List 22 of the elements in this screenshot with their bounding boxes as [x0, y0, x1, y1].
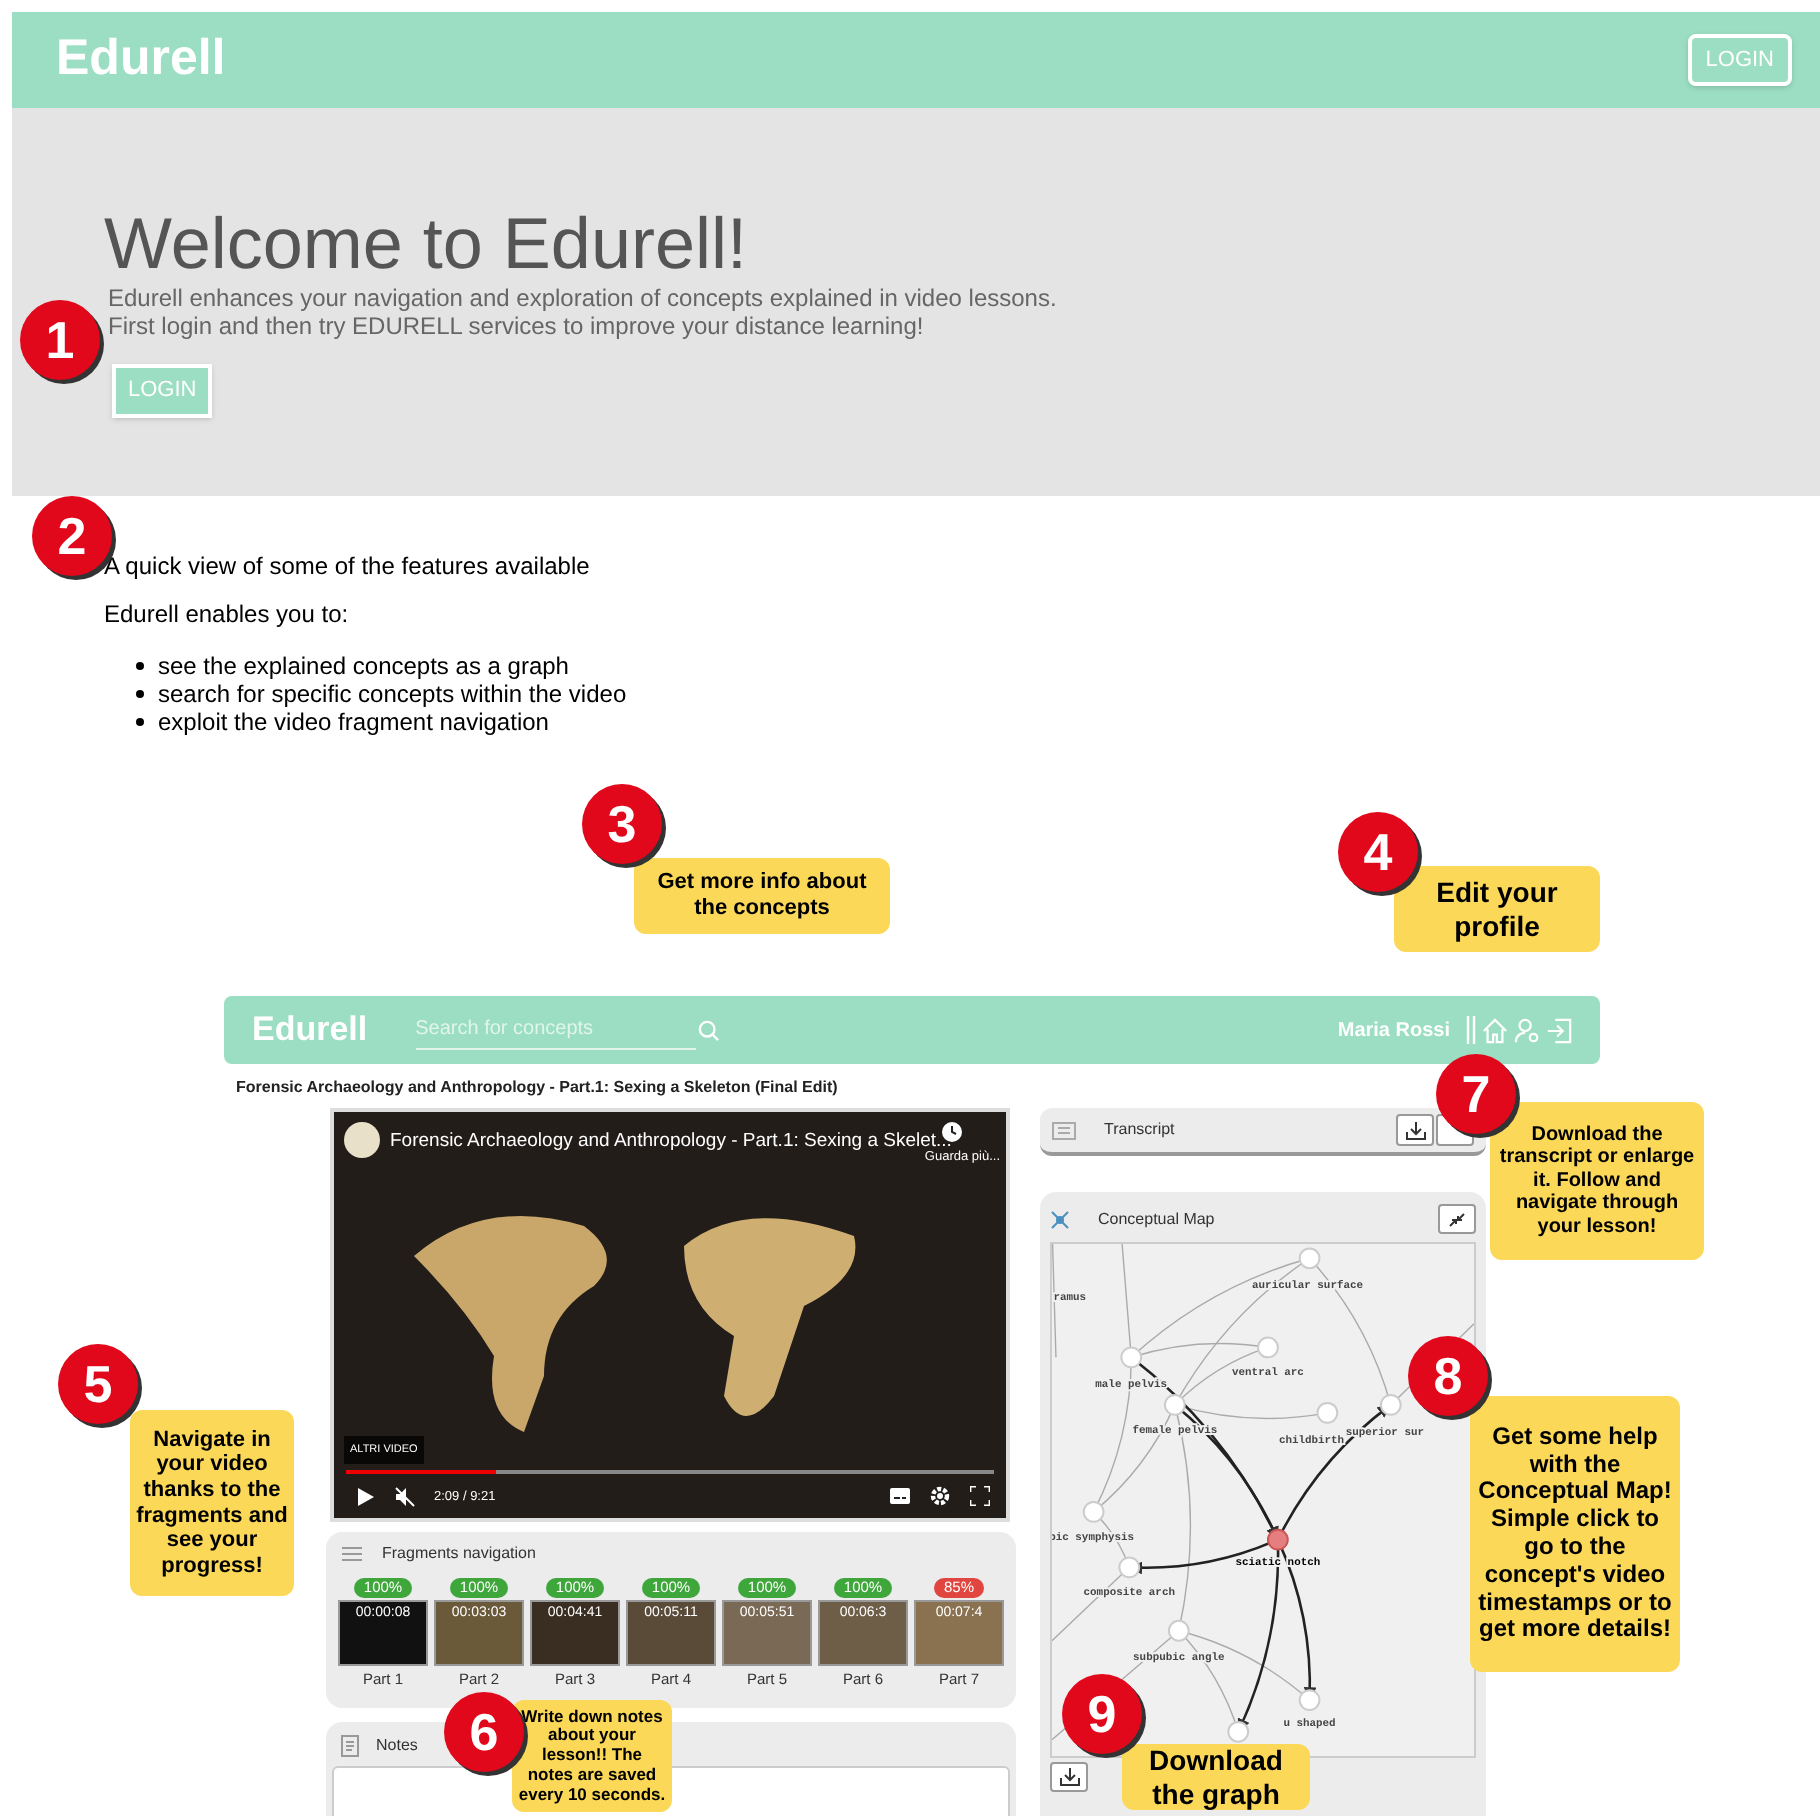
- callout-tooltip: Write down notes about your lesson!! The notes are saved every 10 seconds.: [512, 1700, 672, 1812]
- feature-item: search for specific concepts within the video: [158, 680, 627, 708]
- callout-tooltip: Get some help with the Conceptual Map! Simple click to go to the concept's video timestamps or to get more details!: [1470, 1396, 1680, 1672]
- callout-tooltip: Get more info about the concepts: [634, 858, 890, 934]
- fragments-title: Fragments navigation: [382, 1542, 536, 1566]
- step-number-badge: 5: [58, 1344, 138, 1424]
- step-number-badge: 4: [1338, 812, 1418, 892]
- features-intro: Edurell enables you to:: [104, 598, 351, 632]
- transcript-title: Transcript: [1104, 1118, 1175, 1142]
- step-number-badge: 3: [582, 784, 662, 864]
- hero-title: Welcome to Edurell!: [104, 204, 749, 284]
- conceptual-map-title: Conceptual Map: [1098, 1207, 1215, 1231]
- features-heading: A quick view of some of the features available: [104, 550, 592, 584]
- callout-tooltip: Download the graph: [1122, 1744, 1310, 1810]
- lesson-title: Forensic Archaeology and Anthropology - Part.1: Sexing a Skeleton (Final Edit): [236, 1076, 838, 1100]
- callout-tooltip: Download the transcript or enlarge it. Follow and navigate through your lesson!: [1490, 1102, 1704, 1260]
- feature-item: exploit the video fragment navigation: [158, 708, 549, 736]
- notes-title: Notes: [376, 1734, 418, 1758]
- callout-tooltip: Navigate in your video thanks to the fragments and see your progress!: [130, 1410, 294, 1596]
- hero-description: Edurell enhances your navigation and exploration of concepts explained in video lessons. First login and then try EDURELL services to improve your distance learning!: [108, 284, 1059, 340]
- feature-item: see the explained concepts as a graph: [158, 652, 569, 680]
- callout-tooltip: Edit your profile: [1394, 866, 1600, 952]
